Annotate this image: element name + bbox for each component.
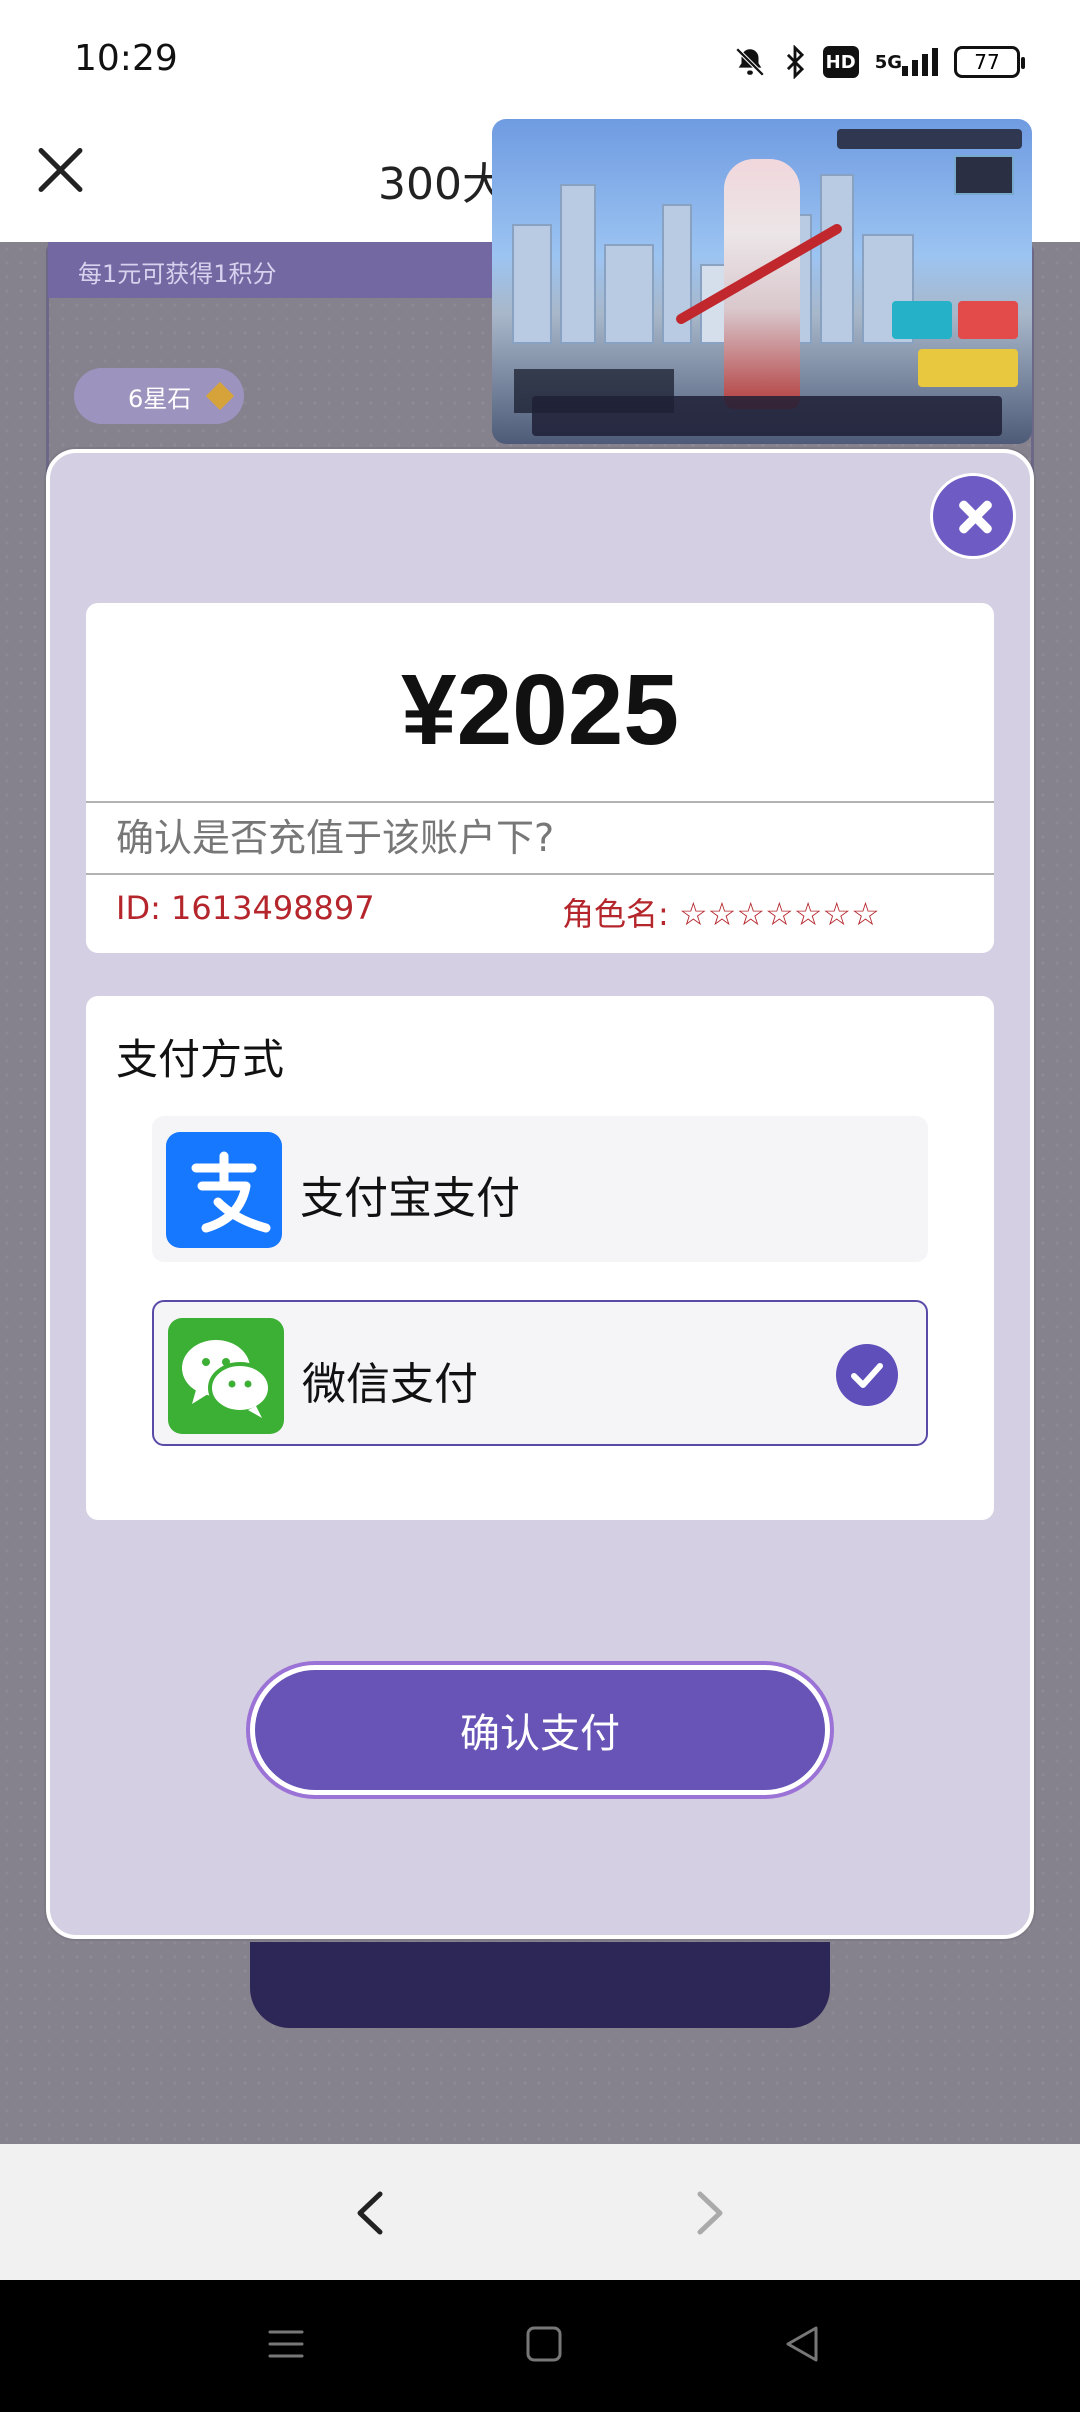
back-triangle-icon[interactable] <box>778 2320 826 2368</box>
game-bottom-menu <box>532 396 1002 436</box>
browser-nav-bar <box>0 2144 1080 2280</box>
account-id: ID: 1613498897 <box>116 889 375 927</box>
chevron-right-icon[interactable] <box>690 2188 730 2238</box>
alipay-option[interactable]: 支付宝支付 <box>152 1116 928 1262</box>
menu-icon[interactable] <box>262 2320 310 2368</box>
home-icon[interactable] <box>520 2320 568 2368</box>
selected-check-icon <box>836 1344 898 1406</box>
amount-card: ¥2025 确认是否充值于该账户下? ID: 1613498897 角色名: ☆… <box>86 603 994 953</box>
wechat-pay-option[interactable]: 微信支付 <box>152 1300 928 1446</box>
network-label: 5G <box>874 51 902 73</box>
star-stone-tag: 6星石 <box>74 368 244 424</box>
wechat-pay-label: 微信支付 <box>302 1359 478 1410</box>
floating-video-window[interactable] <box>492 119 1032 444</box>
battery-icon: 77 <box>954 46 1025 78</box>
game-training-button <box>958 301 1018 339</box>
payment-amount: ¥2025 <box>400 654 680 766</box>
mute-bell-icon <box>733 45 767 79</box>
game-mode-button <box>892 301 952 339</box>
status-bar: 10:29 HD 5G 77 <box>0 0 1080 110</box>
hd-icon: HD <box>822 46 859 78</box>
status-time: 10:29 <box>74 38 178 79</box>
status-icons: HD 5G 77 <box>733 40 1025 84</box>
signal-bars-icon <box>902 48 938 76</box>
background-button <box>250 1942 830 2028</box>
wechat-pay-icon <box>168 1318 284 1434</box>
game-event-banner <box>954 155 1014 195</box>
payment-method-title: 支付方式 <box>116 1035 285 1084</box>
page-title: 300大 <box>378 159 506 210</box>
role-name: 角色名: ☆☆☆☆☆☆☆ <box>562 895 880 933</box>
divider <box>86 873 994 875</box>
confirm-question: 确认是否充值于该账户下? <box>116 816 555 860</box>
close-icon[interactable] <box>36 146 84 194</box>
alipay-label: 支付宝支付 <box>300 1173 520 1224</box>
game-character-image <box>724 159 800 409</box>
payment-method-card: 支付方式 支付宝支付 微信支付 <box>86 996 994 1520</box>
bluetooth-icon <box>783 45 807 79</box>
alipay-icon <box>166 1132 282 1248</box>
game-resource-bar <box>837 129 1022 149</box>
system-nav-bar <box>0 2280 1080 2412</box>
modal-close-icon[interactable] <box>930 473 1016 559</box>
payment-modal: ¥2025 确认是否充值于该账户下? ID: 1613498897 角色名: ☆… <box>46 449 1034 1939</box>
game-gacha-button <box>918 349 1018 387</box>
divider <box>86 801 994 803</box>
diamond-icon <box>205 381 235 411</box>
chevron-left-icon[interactable] <box>350 2188 390 2238</box>
5g-signal-icon: 5G <box>875 48 938 76</box>
confirm-payment-button[interactable]: 确认支付 <box>250 1665 830 1795</box>
star-stone-label: 6星石 <box>128 384 192 413</box>
